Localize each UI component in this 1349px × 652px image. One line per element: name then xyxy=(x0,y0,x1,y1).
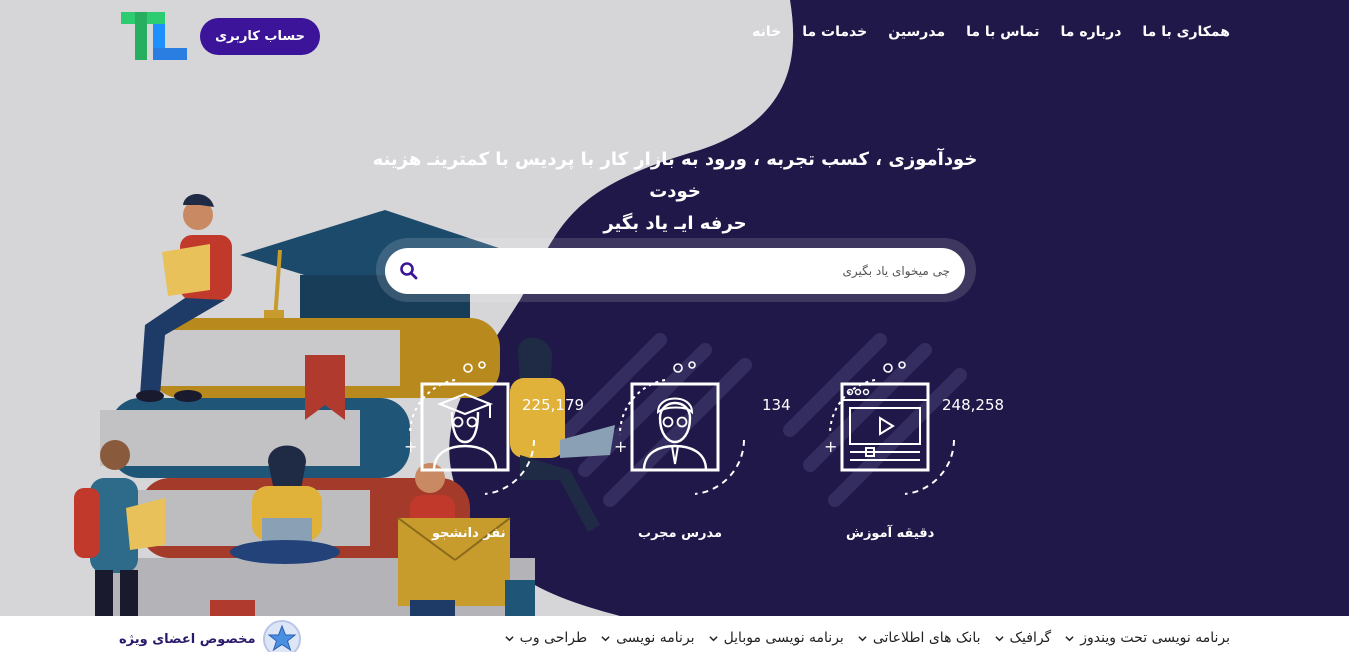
stat-teachers: + 134 مدرس مجرب xyxy=(610,360,800,550)
search-icon[interactable] xyxy=(399,261,419,281)
category-label: بانک های اطلاعاتی xyxy=(872,630,981,646)
category-programming[interactable]: برنامه نویسی xyxy=(601,630,695,646)
stat-teachers-value: 134 xyxy=(762,396,791,414)
vip-members-link[interactable]: مخصوص اعضای ویژه xyxy=(119,620,302,652)
chevron-down-icon xyxy=(994,635,1004,641)
stat-minutes: + 248,258 دقیقه آموزش xyxy=(820,360,1010,550)
nav-teachers[interactable]: مدرسین xyxy=(888,24,945,40)
category-windows[interactable]: برنامه نویسی تحت ویندوز xyxy=(1065,630,1230,646)
account-button[interactable]: حساب کاربری xyxy=(200,18,320,55)
hero-tagline-line2: حرفه ایـ یاد بگیر xyxy=(603,213,747,234)
star-badge-icon xyxy=(262,620,301,652)
hero-tagline: خودآموزی ، کسب تجربه ، ورود به بازار کار… xyxy=(360,144,990,240)
svg-text:+: + xyxy=(404,437,417,456)
vip-label: مخصوص اعضای ویژه xyxy=(119,631,256,647)
category-web-design[interactable]: طراحی وب xyxy=(505,630,587,646)
stat-minutes-label: دقیقه آموزش xyxy=(846,526,935,541)
category-label: برنامه نویسی موبایل xyxy=(723,630,844,646)
stat-students-value: 225,179 xyxy=(522,396,585,414)
category-mobile[interactable]: برنامه نویسی موبایل xyxy=(708,630,844,646)
stat-students: + 225,179 نفر دانشجو xyxy=(400,360,590,550)
category-databases[interactable]: بانک های اطلاعاتی xyxy=(858,630,981,646)
nav-home[interactable]: خانه xyxy=(752,24,781,40)
svg-text:+: + xyxy=(824,437,837,456)
chevron-down-icon xyxy=(1065,635,1074,641)
main-nav: خانه خدمات ما مدرسین تماس با ما درباره م… xyxy=(752,24,1230,40)
site-logo[interactable] xyxy=(119,10,189,65)
category-label: طراحی وب xyxy=(519,630,588,646)
category-label: برنامه نویسی تحت ویندوز xyxy=(1080,630,1230,646)
chevron-down-icon xyxy=(858,635,867,641)
nav-services[interactable]: خدمات ما xyxy=(802,24,867,40)
chevron-down-icon xyxy=(601,635,610,641)
graduate-icon: + xyxy=(404,361,535,495)
stat-teachers-label: مدرس مجرب xyxy=(638,526,723,541)
category-graphics[interactable]: گرافیک xyxy=(994,630,1052,646)
category-bar: طراحی وب برنامه نویسی برنامه نویسی موبای… xyxy=(0,616,1349,652)
svg-text:+: + xyxy=(614,437,627,456)
stat-students-label: نفر دانشجو xyxy=(432,526,506,541)
search-input[interactable] xyxy=(435,248,950,294)
nav-cooperate[interactable]: همکاری با ما xyxy=(1142,24,1230,40)
nav-about[interactable]: درباره ما xyxy=(1061,24,1122,40)
category-label: گرافیک xyxy=(1009,630,1052,646)
stat-minutes-value: 248,258 xyxy=(942,396,1005,414)
category-label: برنامه نویسی xyxy=(616,630,695,646)
hero-tagline-line1: خودآموزی ، کسب تجربه ، ورود به بازار کار… xyxy=(372,149,978,202)
nav-contact[interactable]: تماس با ما xyxy=(966,24,1039,40)
video-player-icon: + xyxy=(824,361,955,495)
chevron-down-icon xyxy=(505,635,514,641)
search-box xyxy=(385,248,965,294)
teacher-icon: + xyxy=(614,361,745,495)
chevron-down-icon xyxy=(708,635,718,641)
category-list: طراحی وب برنامه نویسی برنامه نویسی موبای… xyxy=(505,630,1230,646)
